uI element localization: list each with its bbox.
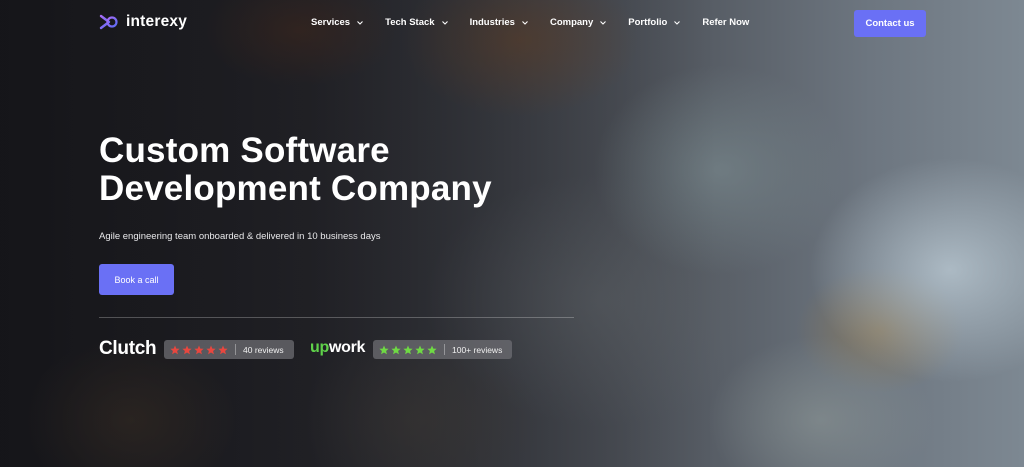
star-icon (415, 345, 425, 354)
hero-title-line-1: Custom Software (99, 131, 390, 170)
star-icon (218, 345, 228, 354)
chevron-down-icon (674, 20, 681, 25)
hero-subtitle: Agile engineering team onboarded & deliv… (99, 231, 381, 242)
star-icon (170, 345, 180, 354)
clutch-rating-badge[interactable]: 40 reviews (164, 340, 294, 359)
brand-name: interexy (126, 13, 188, 30)
nav-item-portfolio[interactable]: Portfolio (628, 17, 681, 28)
chevron-down-icon (600, 20, 607, 25)
nav-item-industries[interactable]: Industries (470, 17, 529, 28)
star-icon (194, 345, 204, 354)
nav-item-services[interactable]: Services (311, 17, 364, 28)
upwork-logo[interactable]: upwork (310, 339, 365, 357)
badge-separator (235, 344, 236, 355)
nav-item-tech-stack[interactable]: Tech Stack (385, 17, 448, 28)
upwork-logo-up: up (310, 339, 329, 356)
nav-label: Services (311, 17, 351, 28)
nav-item-company[interactable]: Company (550, 17, 607, 28)
star-icon (379, 345, 389, 354)
hero-title: Custom Software Development Company (99, 132, 492, 208)
upwork-stars (379, 345, 437, 355)
star-icon (427, 345, 437, 354)
star-icon (206, 345, 216, 354)
nav-label: Industries (469, 17, 515, 28)
contact-us-button[interactable]: Contact us (854, 10, 926, 37)
star-icon (182, 345, 192, 354)
upwork-logo-work: work (328, 339, 366, 356)
hero-title-line-2: Development Company (99, 169, 492, 208)
clutch-stars (170, 345, 228, 355)
nav-item-refer-now[interactable]: Refer Now (702, 17, 749, 28)
nav-label: Portfolio (628, 17, 668, 28)
chevron-down-icon (522, 20, 528, 25)
site-header: interexy Services Tech Stack Industries … (0, 0, 1024, 47)
star-icon (403, 345, 413, 354)
chevron-down-icon (357, 20, 363, 25)
clutch-logo[interactable]: Clutch (99, 338, 157, 360)
badge-separator (444, 344, 445, 355)
upwork-rating-badge[interactable]: 100+ reviews (373, 340, 512, 359)
star-icon (391, 345, 401, 354)
interexy-logo-icon (99, 14, 118, 30)
brand-logo[interactable]: interexy (99, 13, 187, 31)
upwork-review-count: 100+ reviews (452, 344, 503, 355)
chevron-down-icon (441, 20, 448, 25)
main-nav: Services Tech Stack Industries Company P… (311, 17, 770, 28)
nav-label: Refer Now (702, 17, 750, 28)
nav-label: Company (549, 17, 594, 28)
nav-label: Tech Stack (385, 17, 435, 28)
clutch-review-count: 40 reviews (243, 344, 284, 355)
book-a-call-button[interactable]: Book a call (99, 264, 174, 295)
divider (99, 317, 574, 318)
